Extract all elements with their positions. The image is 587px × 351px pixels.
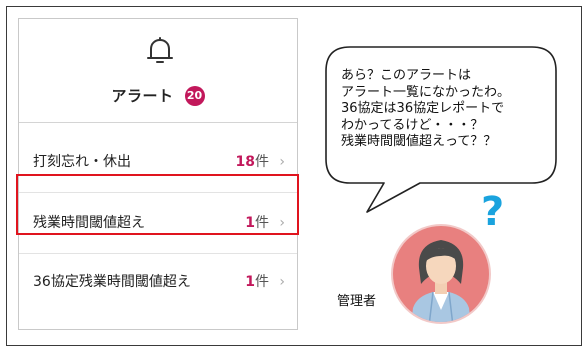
alert-count-badge: 20 bbox=[184, 85, 205, 106]
alert-item-label: 36協定残業時間閾値超え bbox=[33, 274, 191, 290]
manager-label: 管理者 bbox=[337, 294, 377, 309]
person-avatar-icon bbox=[391, 224, 491, 324]
alert-title: アラート bbox=[111, 87, 174, 105]
speech-bubble-text: あら？このアラートは アラート一覧になかったわ。 36協定は36協定レポートで … bbox=[341, 68, 511, 149]
bell-icon bbox=[147, 37, 173, 63]
alert-item-count: 1件 bbox=[245, 252, 269, 312]
alert-item-count-unit: 件 bbox=[255, 274, 269, 290]
alert-title-wrap: アラート 20 bbox=[19, 85, 297, 106]
alert-panel-header: アラート 20 bbox=[19, 19, 297, 123]
alert-item-count-number: 1 bbox=[245, 274, 255, 290]
alert-item-count-number: 18 bbox=[235, 154, 255, 170]
highlight-box bbox=[16, 174, 299, 235]
alert-item-count-unit: 件 bbox=[255, 154, 269, 170]
alert-item-36-agreement-overtime[interactable]: 36協定残業時間閾値超え 1件 › bbox=[19, 252, 297, 312]
chevron-right-icon: › bbox=[279, 274, 285, 290]
